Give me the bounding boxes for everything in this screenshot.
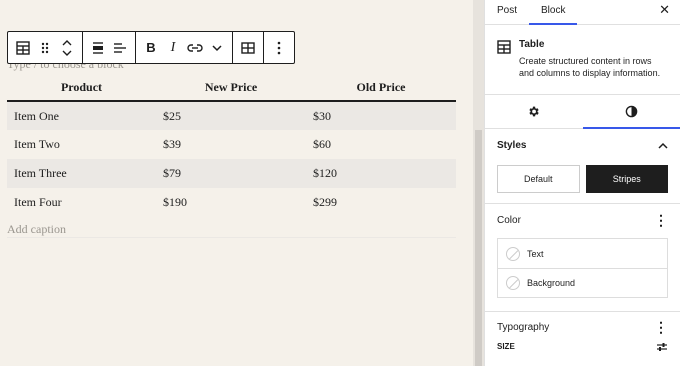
table-cell[interactable]: $30 [306,101,456,130]
style-default-button[interactable]: Default [497,165,580,193]
half-circle-icon [625,105,638,118]
table-header-row: Product New Price Old Price [7,75,456,102]
table-edit-icon [241,41,255,54]
align-wide-icon [93,41,103,54]
edit-table-button[interactable] [237,32,259,63]
toolbar-align-group [83,32,136,63]
typography-options-icon[interactable]: ⋮ [654,320,668,334]
scrollbar-thumb[interactable] [475,130,482,366]
table-cell[interactable]: Item Three [7,159,156,188]
empty-swatch-icon [506,276,520,290]
italic-icon: I [170,39,176,55]
styles-panel-header[interactable]: Styles [485,129,680,161]
color-background-label: Background [527,278,576,288]
color-panel: Color ⋮ Text Background [485,204,680,312]
color-heading: Color [497,214,521,226]
table-cell[interactable]: Item One [7,101,156,130]
table-cell[interactable]: $120 [306,159,456,188]
empty-swatch-icon [506,246,520,261]
link-button[interactable] [184,32,206,63]
editor-canvas[interactable]: Type / to choose a block Product New Pri… [0,0,473,366]
tab-block[interactable]: Block [529,0,578,25]
data-table: Product New Price Old Price Item One $25… [7,75,456,217]
editor-scrollbar[interactable] [473,0,484,366]
toolbar-format-group: B I [136,32,233,63]
align-left-icon [114,42,126,53]
gear-icon [529,106,539,117]
styles-heading: Styles [497,139,527,151]
color-text-label: Text [527,248,544,259]
tab-post[interactable]: Post [485,0,529,24]
table-row: Item Two $39 $60 [7,130,456,159]
table-icon [497,39,511,84]
table-header-product[interactable]: Product [7,75,156,102]
move-up-down-button[interactable] [56,32,78,63]
chevron-up-down-icon [62,39,72,56]
italic-button[interactable]: I [162,32,184,63]
sidebar-tabs: Post Block ✕ [485,0,680,25]
typography-heading: Typography [497,321,550,333]
tab-styles[interactable] [582,95,680,129]
link-icon [187,43,203,52]
table-cell[interactable]: Item Two [7,130,156,159]
typography-panel-header: Typography ⋮ [485,312,680,342]
table-block[interactable]: Product New Price Old Price Item One $25… [7,75,456,217]
typography-panel: Typography ⋮ SIZE [485,312,680,352]
table-cell[interactable]: $39 [156,130,306,159]
block-inspector-tabs [485,95,680,129]
table-cell[interactable]: $25 [156,101,306,130]
color-background-item[interactable]: Background [498,268,667,297]
chevron-up-icon [658,142,668,149]
color-options-icon[interactable]: ⋮ [654,213,668,227]
bold-button[interactable]: B [140,32,162,63]
drag-handle-icon [41,42,49,53]
drag-handle[interactable] [34,32,56,63]
table-row: Item One $25 $30 [7,101,456,130]
styles-panel: Styles Default Stripes [485,129,680,204]
block-description: Create structured content in rows and co… [519,56,661,78]
style-stripes-button[interactable]: Stripes [585,165,668,193]
table-header-old-price[interactable]: Old Price [306,75,456,102]
table-icon [16,40,30,55]
table-row: Item Four $190 $299 [7,188,456,217]
toolbar-options-group [264,32,294,63]
block-toolbar: B I [7,31,295,64]
table-cell[interactable]: $299 [306,188,456,217]
table-cell[interactable]: $190 [156,188,306,217]
table-caption[interactable]: Add caption [7,222,66,237]
settings-sidebar: Post Block ✕ Table Create structured con… [484,0,680,366]
block-title: Table [519,39,545,50]
more-vertical-icon [277,41,281,54]
chevron-down-icon [212,44,222,51]
align-text-button[interactable] [109,32,131,63]
table-block-type-button[interactable] [12,32,34,63]
close-icon[interactable]: ✕ [659,2,670,18]
toolbar-table-group [233,32,264,63]
table-header-new-price[interactable]: New Price [156,75,306,102]
toolbar-block-group [8,32,83,63]
tab-settings[interactable] [485,95,583,128]
color-panel-header: Color ⋮ [485,204,680,236]
bold-icon: B [146,40,156,55]
table-cell[interactable]: Item Four [7,188,156,217]
block-card: Table Create structured content in rows … [485,25,680,95]
color-text-item[interactable]: Text [498,239,667,268]
table-cell[interactable]: $79 [156,159,306,188]
table-cell[interactable]: $60 [306,130,456,159]
color-list: Text Background [497,238,668,298]
caption-divider [7,237,456,238]
align-wide-button[interactable] [87,32,109,63]
more-formatting-button[interactable] [206,32,228,63]
table-row: Item Three $79 $120 [7,159,456,188]
sliders-icon[interactable] [656,342,668,352]
block-options-button[interactable] [268,32,290,63]
style-variations: Default Stripes [497,165,668,193]
size-label: SIZE [497,342,515,351]
size-row: SIZE [485,342,680,352]
